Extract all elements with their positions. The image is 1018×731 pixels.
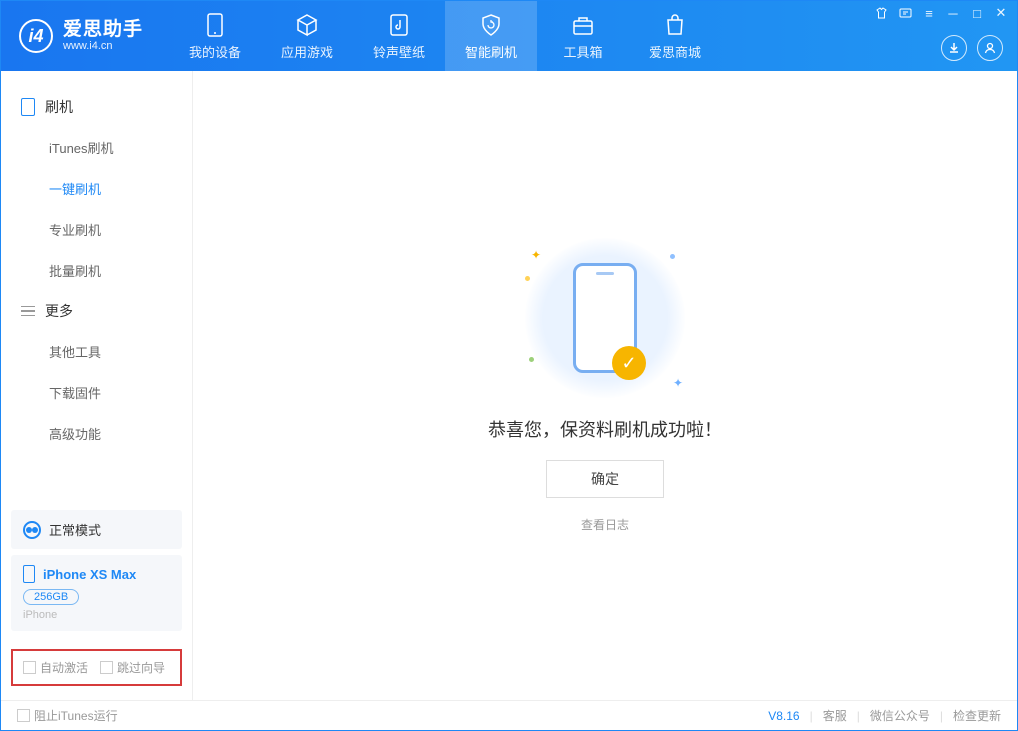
- tab-apps-games[interactable]: 应用游戏: [261, 1, 353, 71]
- device-name: iPhone XS Max: [43, 567, 136, 582]
- shield-refresh-icon: [478, 12, 504, 38]
- footer-link-wechat[interactable]: 微信公众号: [870, 707, 930, 724]
- group-title: 刷机: [45, 97, 73, 117]
- device-status-card[interactable]: 正常模式: [11, 510, 182, 549]
- main-tabs: 我的设备 应用游戏 铃声壁纸 智能刷机 工具箱 爱思商城: [169, 1, 721, 71]
- checkmark-badge-icon: ✓: [612, 346, 646, 380]
- title-bar: i4 爱思助手 www.i4.cn 我的设备 应用游戏 铃声壁纸 智能刷机: [1, 1, 1017, 71]
- auto-activate-checkbox[interactable]: 自动激活: [23, 659, 88, 676]
- tab-label: 应用游戏: [281, 42, 333, 61]
- user-profile-button[interactable]: [977, 35, 1003, 61]
- version-label: V8.16: [768, 709, 799, 723]
- feedback-icon[interactable]: [897, 5, 913, 21]
- device-info-card[interactable]: iPhone XS Max 256GB iPhone: [11, 555, 182, 631]
- storage-badge: 256GB: [23, 589, 79, 605]
- sidebar-item-download-firmware[interactable]: 下载固件: [1, 372, 192, 413]
- app-subtitle: www.i4.cn: [63, 40, 143, 52]
- device-type: iPhone: [23, 609, 170, 621]
- device-icon: [202, 12, 228, 38]
- app-title: 爱思助手: [63, 20, 143, 41]
- sidebar: 刷机 iTunes刷机 一键刷机 专业刷机 批量刷机 更多 其他工具 下载固件 …: [1, 71, 193, 700]
- minimize-button[interactable]: ─: [945, 5, 961, 21]
- close-button[interactable]: ✕: [993, 5, 1009, 21]
- music-file-icon: [386, 12, 412, 38]
- toolbox-icon: [570, 12, 596, 38]
- status-bar: 阻止iTunes运行 V8.16 | 客服 | 微信公众号 | 检查更新: [1, 700, 1017, 730]
- tab-toolbox[interactable]: 工具箱: [537, 1, 629, 71]
- success-message: 恭喜您，保资料刷机成功啦！: [488, 416, 722, 442]
- status-label: 正常模式: [49, 520, 101, 539]
- block-itunes-checkbox[interactable]: 阻止iTunes运行: [17, 707, 118, 724]
- view-log-link[interactable]: 查看日志: [581, 516, 629, 533]
- tab-label: 工具箱: [564, 42, 603, 61]
- sidebar-item-advanced[interactable]: 高级功能: [1, 413, 192, 454]
- confirm-button[interactable]: 确定: [546, 460, 664, 498]
- footer-link-update[interactable]: 检查更新: [953, 707, 1001, 724]
- cube-icon: [294, 12, 320, 38]
- status-icon: [23, 521, 41, 539]
- tab-smart-flash[interactable]: 智能刷机: [445, 1, 537, 71]
- footer-link-support[interactable]: 客服: [823, 707, 847, 724]
- sidebar-item-oneclick-flash[interactable]: 一键刷机: [1, 168, 192, 209]
- sidebar-group-more: 更多: [1, 291, 192, 331]
- phone-outline-icon: [21, 98, 35, 116]
- sidebar-item-itunes-flash[interactable]: iTunes刷机: [1, 127, 192, 168]
- tab-label: 爱思商城: [649, 42, 701, 61]
- maximize-button[interactable]: □: [969, 5, 985, 21]
- tab-label: 智能刷机: [465, 42, 517, 61]
- skip-wizard-checkbox[interactable]: 跳过向导: [100, 659, 165, 676]
- phone-icon: [23, 565, 35, 583]
- tab-label: 铃声壁纸: [373, 42, 425, 61]
- tab-label: 我的设备: [189, 42, 241, 61]
- sidebar-item-batch-flash[interactable]: 批量刷机: [1, 250, 192, 291]
- menu-icon[interactable]: ≡: [921, 5, 937, 21]
- sidebar-item-pro-flash[interactable]: 专业刷机: [1, 209, 192, 250]
- skin-icon[interactable]: [873, 5, 889, 21]
- tab-ringtones[interactable]: 铃声壁纸: [353, 1, 445, 71]
- success-illustration: ✦✦ ✓: [525, 238, 685, 398]
- phone-illustration-icon: ✓: [573, 263, 637, 373]
- download-button[interactable]: [941, 35, 967, 61]
- sidebar-group-flash: 刷机: [1, 87, 192, 127]
- logo-icon: i4: [19, 19, 53, 53]
- tab-my-device[interactable]: 我的设备: [169, 1, 261, 71]
- options-box: 自动激活 跳过向导: [11, 649, 182, 686]
- main-content: ✦✦ ✓ 恭喜您，保资料刷机成功啦！ 确定 查看日志: [193, 71, 1017, 700]
- tab-store[interactable]: 爱思商城: [629, 1, 721, 71]
- logo: i4 爱思助手 www.i4.cn: [1, 19, 161, 53]
- list-icon: [21, 306, 35, 317]
- sidebar-item-other-tools[interactable]: 其他工具: [1, 331, 192, 372]
- shopping-bag-icon: [662, 12, 688, 38]
- window-controls: ≡ ─ □ ✕: [873, 5, 1009, 21]
- group-title: 更多: [45, 301, 73, 321]
